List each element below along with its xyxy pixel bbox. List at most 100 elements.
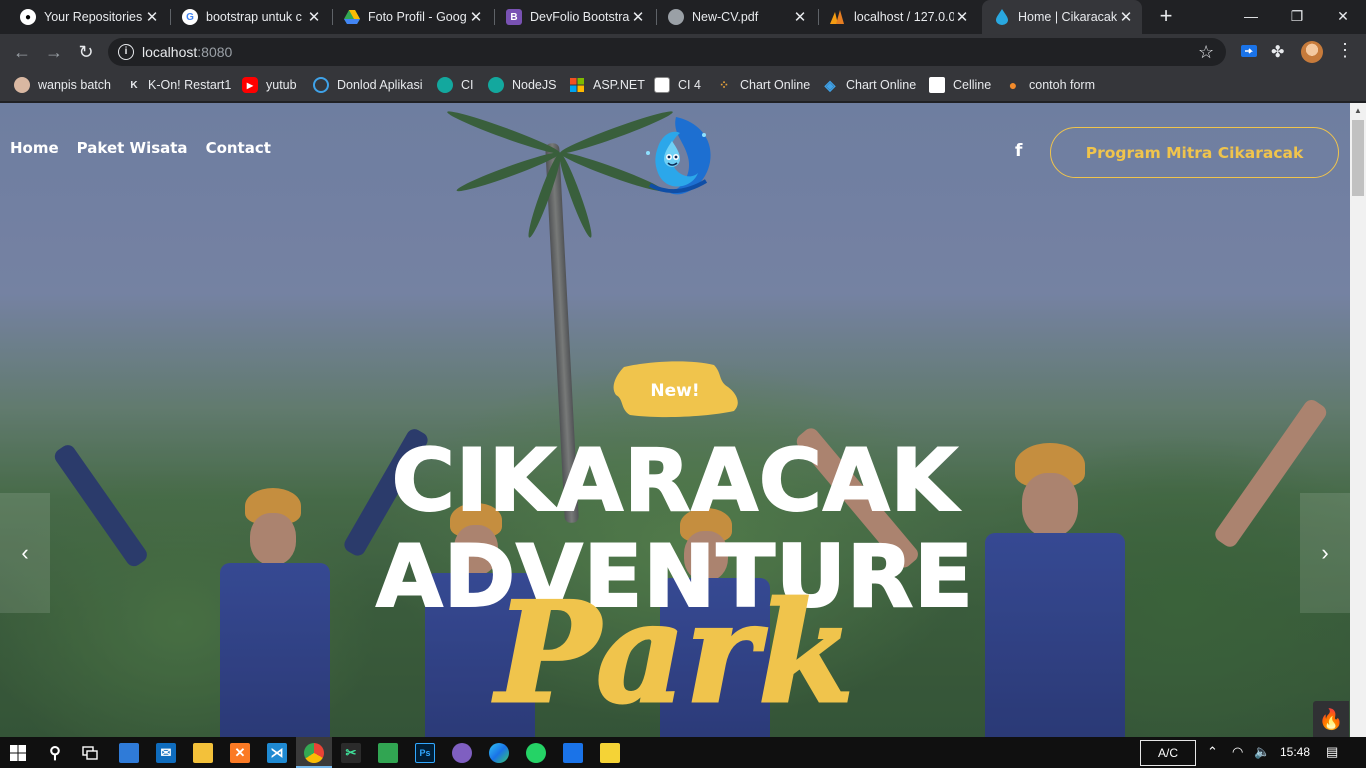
tab-home-cikaracak[interactable]: Home | Cikaracak ✕ — [982, 0, 1142, 34]
task-view-icon[interactable] — [80, 743, 100, 763]
tab-title: localhost / 127.0.0 — [854, 10, 954, 24]
tab-new-cv-pdf[interactable]: New-CV.pdf ✕ — [656, 0, 816, 34]
program-mitra-button[interactable]: Program Mitra Cikaracak — [1050, 127, 1339, 178]
tab-localhost-phpmyadmin[interactable]: localhost / 127.0.0 ✕ — [818, 0, 978, 34]
tab-title: New-CV.pdf — [692, 10, 759, 24]
carousel-next-button[interactable]: › — [1300, 493, 1350, 613]
taskbar-clock[interactable]: 15:48 — [1280, 745, 1310, 759]
tab-foto-profil[interactable]: Foto Profil - Goog ✕ — [332, 0, 492, 34]
forward-arrow-icon[interactable]: → — [42, 40, 66, 64]
carousel-prev-button[interactable]: ‹ — [0, 493, 50, 613]
close-window-button[interactable]: ✕ — [1320, 0, 1366, 32]
bookmark-chart-online-2[interactable]: ◈ Chart Online — [822, 76, 917, 94]
bookmark-label: CI 4 — [678, 78, 701, 92]
xampp-icon[interactable]: ✕ — [230, 743, 250, 763]
snipping-tool-icon[interactable]: ✂ — [341, 743, 361, 763]
bookmark-asp-net[interactable]: ASP.NET — [569, 76, 645, 94]
scrollbar-thumb[interactable] — [1352, 120, 1364, 196]
bookmark-label: Donlod Aplikasi — [337, 78, 423, 92]
site-nav: Home Paket Wisata Contact — [10, 139, 271, 157]
photoshop-icon[interactable]: Ps — [415, 743, 435, 763]
volume-icon[interactable]: 🔈 — [1254, 744, 1270, 760]
google-icon: G — [182, 9, 198, 25]
tab-title: Foto Profil - Goog — [368, 10, 467, 24]
wifi-icon[interactable]: ◠ — [1232, 744, 1243, 760]
nav-contact-link[interactable]: Contact — [206, 139, 271, 157]
vscode-icon[interactable]: ⋊ — [267, 743, 287, 763]
profile-avatar[interactable] — [1301, 41, 1323, 63]
ci-icon — [437, 77, 453, 93]
close-icon[interactable]: ✕ — [954, 8, 970, 26]
file-explorer-icon[interactable] — [193, 743, 213, 763]
bookmark-label: Chart Online — [740, 78, 811, 92]
bookmark-ci-4[interactable]: CI 4 — [654, 76, 701, 94]
mail-icon[interactable]: ✉ — [156, 743, 176, 763]
whatsapp-icon[interactable] — [526, 743, 546, 763]
extension-icon[interactable] — [1240, 42, 1260, 62]
php-icon[interactable] — [452, 743, 472, 763]
back-arrow-icon[interactable]: ← — [10, 40, 34, 64]
photos-app-icon[interactable] — [119, 743, 139, 763]
bookmark-wanpis-batch[interactable]: wanpis batch — [14, 76, 111, 94]
chrome-icon[interactable] — [304, 743, 324, 763]
tab-devfolio-bootstrap[interactable]: B DevFolio Bootstrap ✕ — [494, 0, 654, 34]
bookmark-label: NodeJS — [512, 78, 557, 92]
bookmark-label: Chart Online — [846, 78, 917, 92]
bookmark-nodejs[interactable]: NodeJS — [488, 76, 556, 94]
anime-avatar-icon — [14, 77, 30, 93]
phpmyadmin-icon — [830, 9, 846, 25]
bookmark-label: ASP.NET — [593, 78, 645, 92]
tab-title: DevFolio Bootstrap — [530, 10, 630, 24]
address-bar[interactable] — [108, 38, 1226, 66]
bookmark-yutub[interactable]: ▶ yutub — [242, 76, 297, 94]
edge-browser-icon[interactable] — [489, 743, 509, 763]
scroll-up-arrow-icon[interactable]: ▲ — [1350, 103, 1366, 119]
close-icon[interactable]: ✕ — [306, 8, 322, 26]
chevron-up-icon[interactable]: ⌃ — [1207, 744, 1218, 760]
bookmark-contoh-form[interactable]: ● contoh form — [1005, 76, 1095, 94]
google-drive-icon — [344, 9, 360, 25]
close-icon[interactable]: ✕ — [1118, 8, 1134, 26]
bookmark-donlod-aplikasi[interactable]: Donlod Aplikasi — [313, 76, 422, 94]
nav-paket-wisata-link[interactable]: Paket Wisata — [77, 139, 188, 157]
tab-bootstrap-untuk[interactable]: G bootstrap untuk c ✕ — [170, 0, 330, 34]
url-port: :8080 — [197, 44, 233, 60]
puzzle-extensions-icon[interactable]: ✤ — [1271, 42, 1291, 62]
nav-home-link[interactable]: Home — [10, 139, 59, 157]
sticky-notes-icon[interactable] — [600, 743, 620, 763]
bookmark-ci[interactable]: CI — [437, 76, 474, 94]
notepad-plus-icon[interactable] — [378, 743, 398, 763]
facebook-icon[interactable]: f — [1015, 141, 1022, 161]
info-icon[interactable]: i — [118, 44, 134, 60]
bookmark-star-icon[interactable]: ☆ — [1198, 42, 1214, 63]
url-host: localhost — [142, 44, 198, 60]
ac-indicator[interactable]: A/C — [1140, 740, 1196, 766]
close-icon[interactable]: ✕ — [144, 8, 160, 26]
fire-icon[interactable]: 🔥 — [1313, 701, 1349, 737]
url-text[interactable]: localhost:8080 — [142, 44, 232, 60]
chart-online-icon: ⁘ — [718, 78, 730, 92]
close-icon[interactable]: ✕ — [630, 8, 646, 26]
new-tab-button[interactable]: + — [1155, 5, 1177, 28]
celline-icon — [929, 77, 945, 93]
bookmark-label: K-On! Restart1 — [148, 78, 232, 92]
search-icon[interactable]: ⚲ — [45, 743, 65, 763]
minimize-button[interactable]: — — [1228, 0, 1274, 32]
maximize-button[interactable]: ❐ — [1274, 0, 1320, 32]
menu-dots-icon[interactable]: ⋮ — [1336, 40, 1354, 61]
reload-icon[interactable]: ↻ — [74, 40, 98, 64]
bookmark-k-on-restart[interactable]: K K-On! Restart1 — [128, 76, 231, 94]
bookmark-celline[interactable]: Celline — [929, 76, 991, 94]
tab-your-repositories[interactable]: ● Your Repositories ✕ — [8, 0, 168, 34]
browser-tab-strip: ● Your Repositories ✕ G bootstrap untuk … — [0, 0, 1366, 34]
close-icon[interactable]: ✕ — [468, 8, 484, 26]
tab-title: Home | Cikaracak — [1018, 10, 1118, 24]
bookmark-chart-online[interactable]: ⁘ Chart Online — [716, 76, 810, 94]
remote-app-icon[interactable] — [563, 743, 583, 763]
bookmark-label: CI — [461, 78, 474, 92]
close-icon[interactable]: ✕ — [792, 8, 808, 26]
notification-icon[interactable]: ▤ — [1326, 744, 1338, 760]
windows-start-icon[interactable] — [8, 743, 28, 763]
page-scrollbar[interactable] — [1350, 103, 1366, 737]
cikaracak-logo[interactable] — [636, 107, 716, 203]
